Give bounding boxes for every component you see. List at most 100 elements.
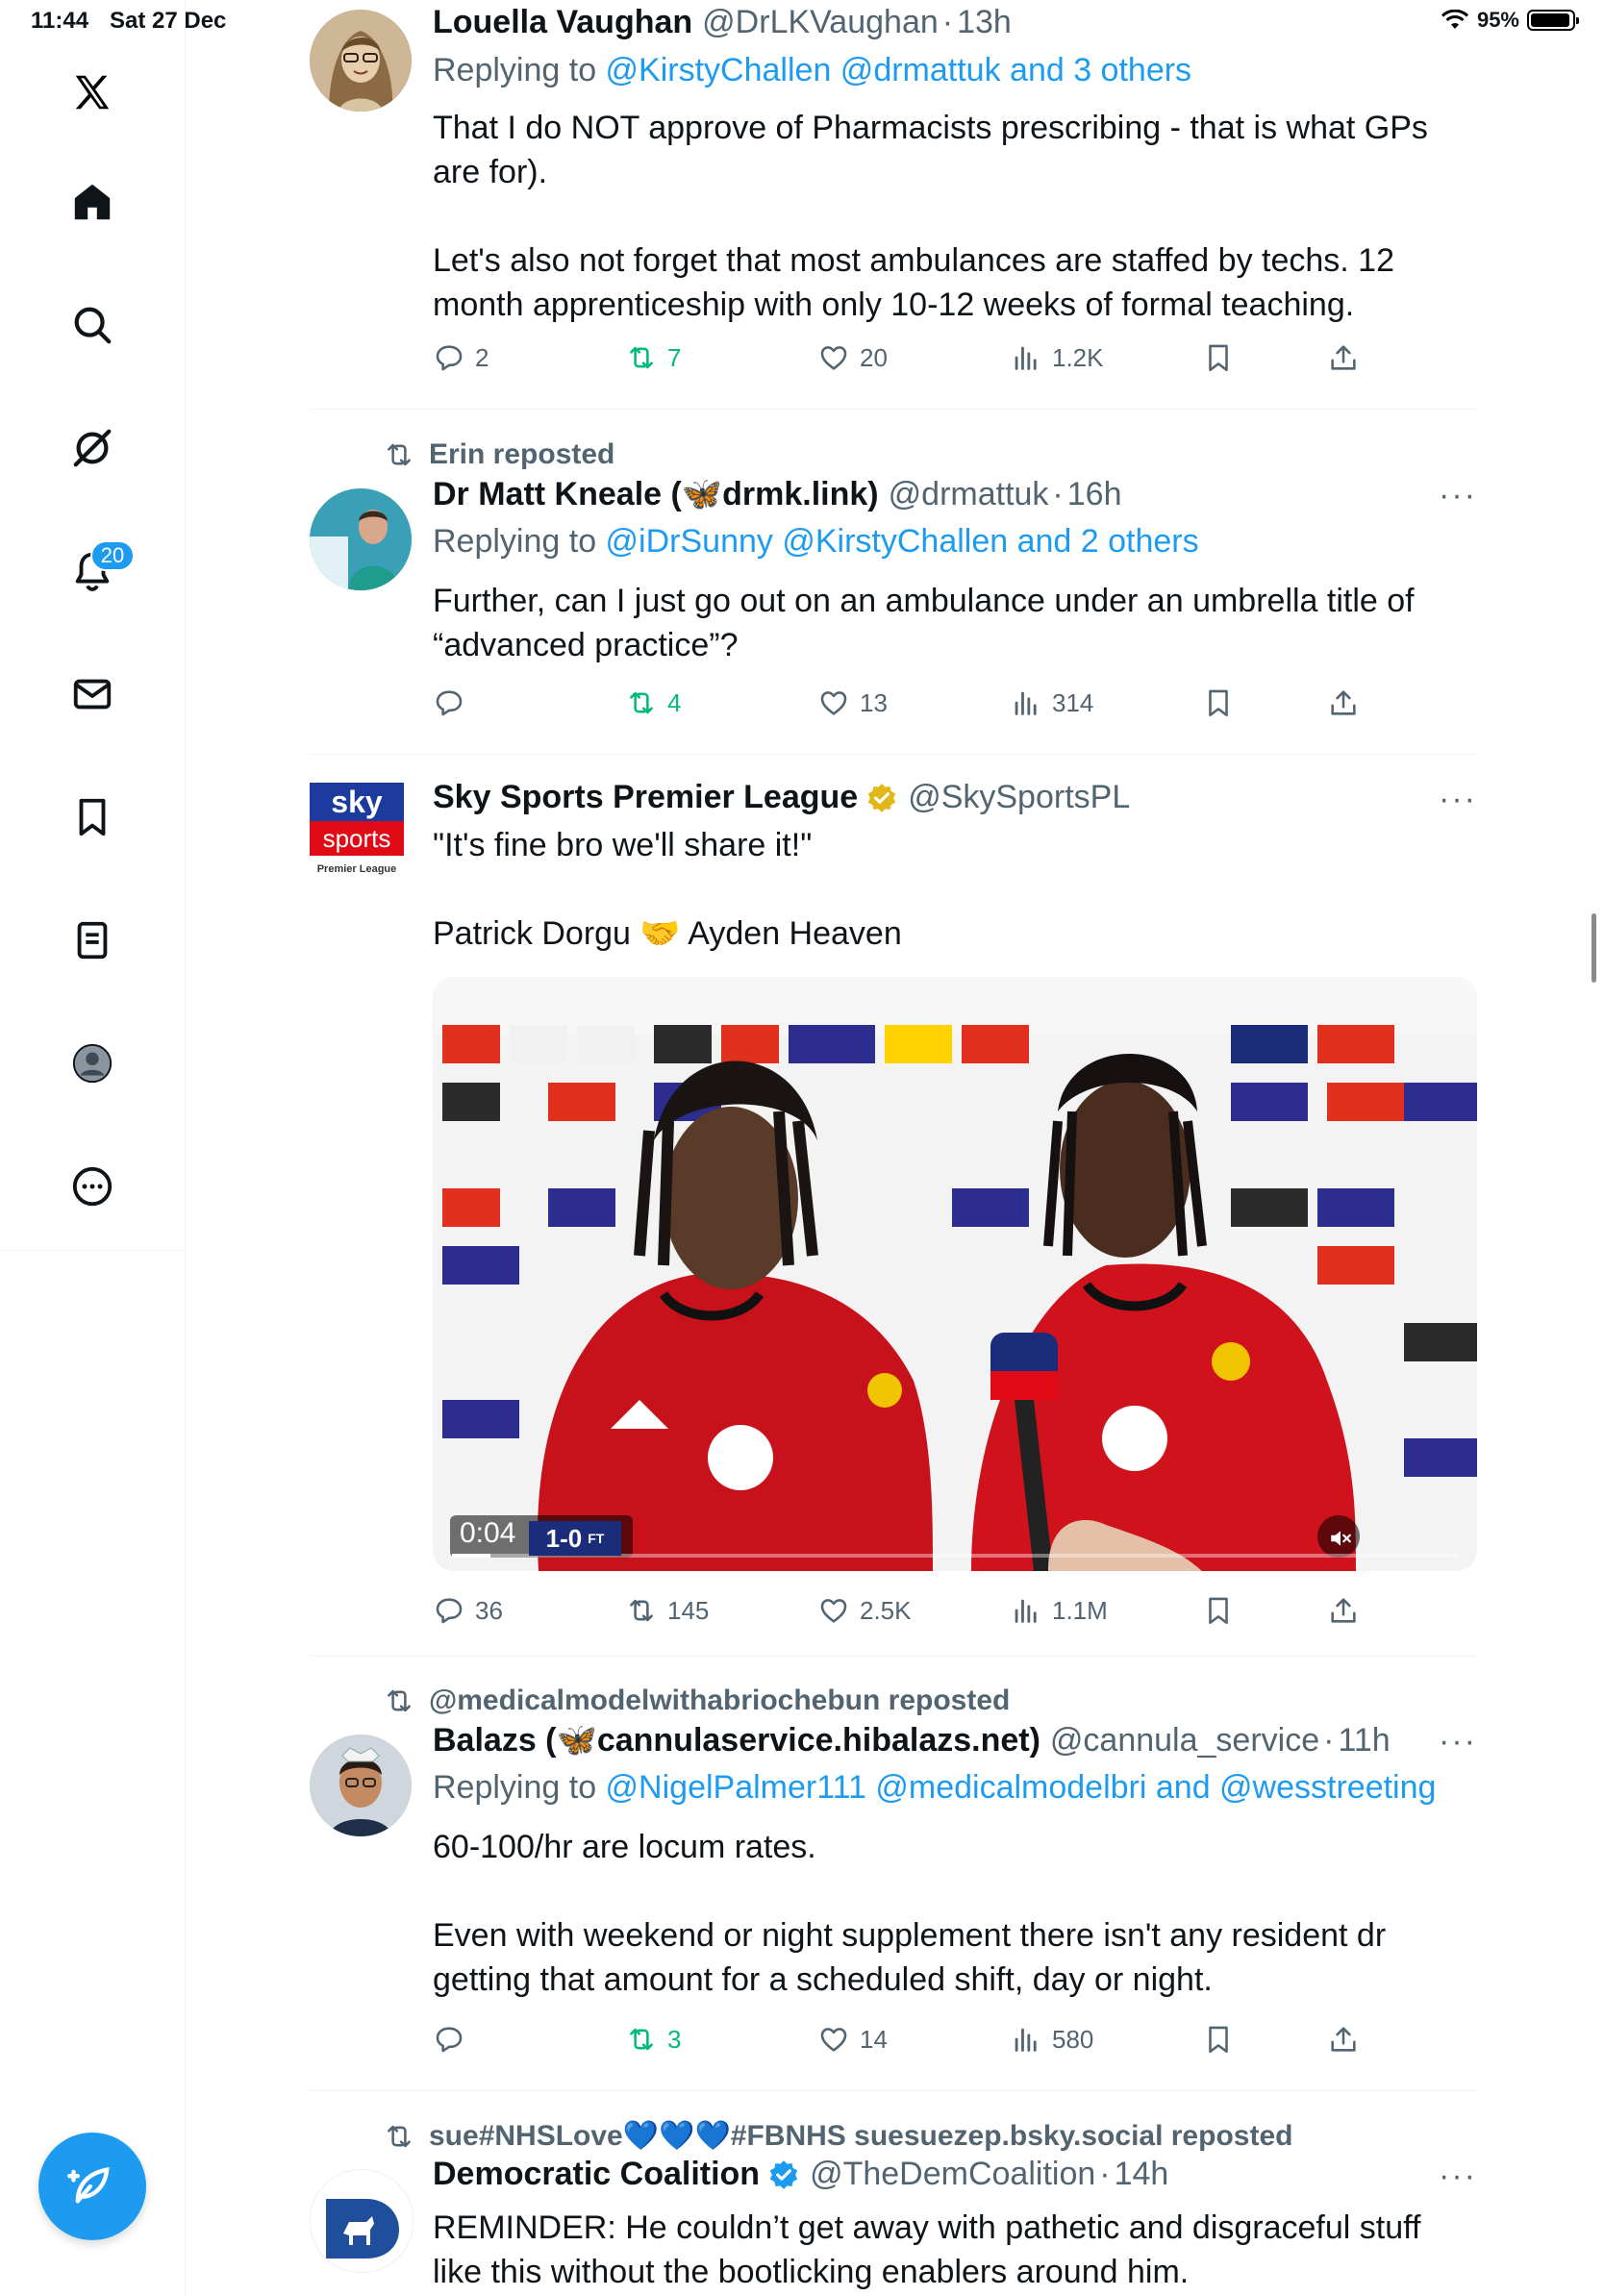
views-icon (1010, 341, 1042, 374)
tweet-time[interactable]: 14h (1115, 2156, 1169, 2193)
repost-button[interactable]: 4 (625, 686, 681, 719)
avatar[interactable] (310, 2169, 414, 2273)
mute-button[interactable] (1319, 1517, 1362, 1560)
video-frame (433, 977, 1477, 1571)
reply-links[interactable]: @NigelPalmer111 @medicalmodelbri and @we… (606, 1769, 1437, 1806)
tweet[interactable]: sky sports Premier League Sky Sports Pre… (310, 769, 1477, 1635)
like-button[interactable]: 2.5K (817, 1594, 912, 1627)
like-icon (817, 1594, 850, 1627)
author-handle[interactable]: @TheDemCoalition (810, 2156, 1095, 2193)
bookmark-icon (1202, 686, 1235, 719)
like-count: 13 (860, 687, 888, 717)
views-button[interactable]: 314 (1010, 686, 1093, 719)
tweet-time[interactable]: 16h (1067, 476, 1122, 513)
reposted-by[interactable]: @medicalmodelwithabriochebun reposted (429, 1685, 1010, 1717)
tweet-text: That I do NOT approve of Pharmacists pre… (433, 110, 1428, 323)
reply-icon (433, 1594, 465, 1627)
repost-icon (383, 2120, 415, 2153)
avatar[interactable]: sky sports Premier League (310, 783, 404, 883)
repost-button[interactable]: 145 (625, 1594, 709, 1627)
tweet-text: REMINDER: He couldn’t get away with path… (433, 2209, 1421, 2290)
notifications-badge: 20 (90, 540, 135, 571)
more-options-button[interactable]: ··· (1439, 1723, 1477, 1760)
reply-button[interactable] (433, 2023, 475, 2056)
author-name[interactable]: Louella Vaughan (433, 4, 692, 41)
views-button[interactable]: 580 (1010, 2023, 1093, 2056)
tweet[interactable]: Louella Vaughan @DrLKVaughan · 13h Reply… (310, 0, 1477, 404)
reply-context: Replying to @KirstyChallen @drmattuk and… (433, 52, 1191, 89)
tweet[interactable]: @medicalmodelwithabriochebun reposted Ba… (310, 1681, 1477, 2056)
reply-context: Replying to @NigelPalmer111 @medicalmode… (433, 1769, 1436, 1807)
more-options-button[interactable]: ··· (1439, 781, 1477, 818)
reply-links[interactable]: @iDrSunny @KirstyChallen and 2 others (606, 523, 1199, 560)
repost-button[interactable]: 7 (625, 341, 681, 374)
share-button[interactable] (1327, 2023, 1360, 2056)
more-options-button[interactable]: ··· (1439, 2158, 1477, 2195)
bookmark-button[interactable] (1202, 2023, 1235, 2056)
author-name[interactable]: Dr Matt Kneale (🦋drmk.link) (433, 475, 879, 513)
x-logo-icon[interactable] (63, 63, 121, 121)
tweet-text: 60-100/hr are locum rates. Even with wee… (433, 1829, 1387, 1998)
repost-button[interactable]: 3 (625, 2023, 681, 2056)
author-handle[interactable]: @drmattuk (889, 476, 1049, 513)
avatar[interactable] (310, 10, 412, 112)
avatar[interactable] (310, 1734, 412, 1836)
separator-dot: · (1323, 1721, 1335, 1759)
views-button[interactable]: 1.1M (1010, 1594, 1108, 1627)
repost-icon (625, 341, 658, 374)
repost-context: sue#NHSLove💙💙💙#FBNHS suesuezep.bsky.soci… (383, 2119, 1292, 2153)
author-name[interactable]: Balazs (🦋cannulaservice.hibalazs.net) (433, 1721, 1040, 1759)
avatar-image (311, 2170, 413, 2272)
avatar[interactable] (310, 488, 412, 590)
reply-button[interactable] (433, 686, 475, 719)
tweet-time[interactable]: 11h (1338, 1722, 1390, 1759)
like-icon (817, 686, 850, 719)
author-handle[interactable]: @SkySportsPL (908, 779, 1130, 816)
reply-icon (433, 2023, 465, 2056)
more-icon[interactable] (63, 1158, 121, 1215)
repost-context: Erin reposted (383, 438, 614, 471)
reply-links[interactable]: @KirstyChallen @drmattuk and 3 others (606, 52, 1192, 88)
tweet[interactable]: Erin reposted Dr Matt Kneale (🦋drmk.link… (310, 435, 1477, 752)
author-handle[interactable]: @DrLKVaughan (702, 4, 939, 41)
share-button[interactable] (1327, 1594, 1360, 1627)
video-timestamp: 0:04 (460, 1517, 516, 1549)
share-button[interactable] (1327, 341, 1360, 374)
share-button[interactable] (1327, 686, 1360, 719)
reposted-by[interactable]: Erin reposted (429, 438, 614, 471)
compose-button[interactable] (38, 2133, 146, 2240)
score-bug: 1-0 FT (529, 1521, 621, 1556)
like-button[interactable]: 13 (817, 686, 888, 719)
battery-percent: 95% (1476, 8, 1519, 32)
tweet-time[interactable]: 13h (957, 4, 1012, 41)
reply-button[interactable]: 2 (433, 341, 489, 374)
like-button[interactable]: 14 (817, 2023, 888, 2056)
lists-icon[interactable] (63, 911, 121, 969)
bookmark-button[interactable] (1202, 1594, 1235, 1627)
video-player[interactable]: 0:04 1-0 FT (433, 977, 1477, 1571)
author-handle[interactable]: @cannula_service (1050, 1722, 1319, 1759)
repost-icon (625, 686, 658, 719)
search-icon[interactable] (63, 296, 121, 354)
bookmark-button[interactable] (1202, 686, 1235, 719)
author-name[interactable]: Sky Sports Premier League (433, 779, 858, 816)
reposted-by[interactable]: sue#NHSLove💙💙💙#FBNHS suesuezep.bsky.soci… (429, 2119, 1292, 2153)
tweet[interactable]: sue#NHSLove💙💙💙#FBNHS suesuezep.bsky.soci… (310, 2115, 1477, 2296)
like-icon (817, 341, 850, 374)
grok-icon[interactable] (63, 419, 121, 477)
bookmark-button[interactable] (1202, 341, 1235, 374)
like-button[interactable]: 20 (817, 341, 888, 374)
profile-icon[interactable] (63, 1035, 121, 1092)
messages-icon[interactable] (63, 665, 121, 723)
scrollbar[interactable] (1591, 913, 1596, 983)
avatar-text-league: Premier League (316, 863, 397, 875)
views-button[interactable]: 1.2K (1010, 341, 1104, 374)
bookmarks-icon[interactable] (63, 788, 121, 846)
author-name[interactable]: Democratic Coalition (433, 2156, 760, 2193)
tweet-divider (310, 1656, 1477, 1657)
more-options-button[interactable]: ··· (1439, 477, 1477, 514)
battery-icon (1527, 10, 1579, 31)
home-icon[interactable] (63, 173, 121, 231)
reply-button[interactable]: 36 (433, 1594, 503, 1627)
like-count: 20 (860, 342, 888, 372)
